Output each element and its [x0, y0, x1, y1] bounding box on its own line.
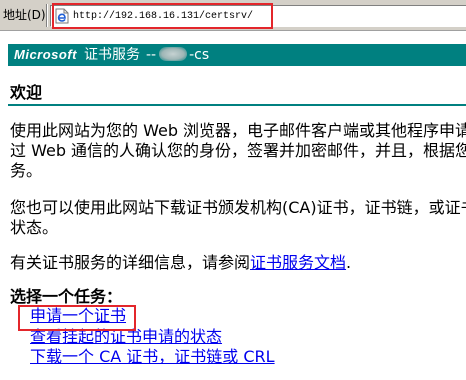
tasks-heading: 选择一个任务： — [10, 287, 123, 306]
task-item: 下载一个 CA 证书，证书链或 CRL — [30, 347, 466, 368]
address-label: 地址(D) — [3, 8, 46, 22]
text-line: 您也可以使用此网站下载证书颁发机构(CA)证书，证书链，或证书 — [10, 198, 466, 217]
cert-services-banner: Microsoft 证书服务 -- -cs — [8, 44, 466, 66]
title-separator: -- — [146, 47, 157, 63]
url-highlight-box — [52, 3, 273, 29]
text-line: 务。 — [10, 161, 43, 180]
task-highlight-box — [18, 305, 136, 331]
docs-suffix: . — [346, 253, 352, 272]
text-line: 过 Web 通信的人确认您的身份，签署并加密邮件，并且，根据您 — [10, 141, 466, 160]
service-title: 证书服务 — [84, 47, 140, 63]
text-line: 使用此网站为您的 Web 浏览器，电子邮件客户端或其他程序申请 — [10, 121, 466, 140]
text-line: 有关证书服务的详细信息，请参阅证书服务文档. — [10, 253, 466, 273]
intro-paragraph-2: 您也可以使用此网站下载证书颁发机构(CA)证书，证书链，或证书 状态。 — [10, 198, 466, 238]
server-suffix: -cs — [189, 47, 210, 63]
docs-prefix: 有关证书服务的详细信息，请参阅 — [10, 253, 251, 272]
intro-paragraph-3: 有关证书服务的详细信息，请参阅证书服务文档. — [10, 253, 466, 273]
intro-paragraph-1: 使用此网站为您的 Web 浏览器，电子邮件客户端或其他程序申请 过 Web 通信… — [10, 121, 466, 181]
welcome-heading: 欢迎 — [10, 83, 43, 102]
heading-rule — [8, 104, 466, 106]
download-ca-cert-link[interactable]: 下载一个 CA 证书，证书链或 CRL — [30, 347, 275, 366]
cert-services-docs-link[interactable]: 证书服务文档 — [250, 253, 346, 272]
microsoft-brand: Microsoft — [14, 47, 77, 62]
toolbar-divider — [46, 4, 48, 27]
text-line: 状态。 — [10, 218, 59, 237]
redacted-server-name — [159, 47, 188, 61]
